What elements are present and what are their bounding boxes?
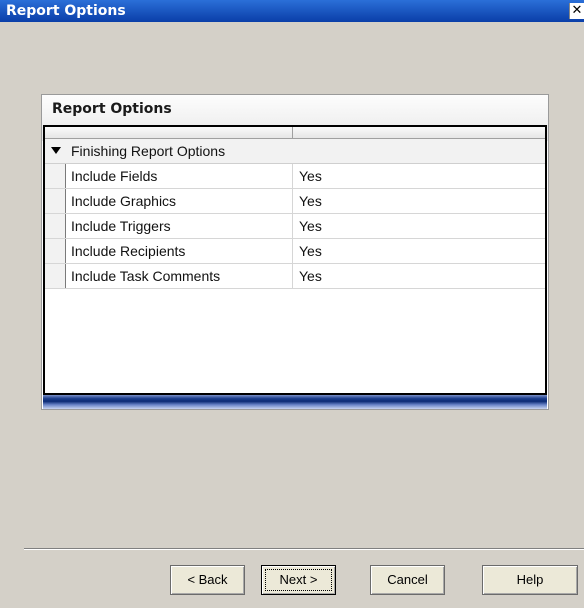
row-divider [292,239,293,263]
property-row-include-fields[interactable]: Include Fields Yes [45,164,545,189]
property-row-include-triggers[interactable]: Include Triggers Yes [45,214,545,239]
row-gutter [45,264,65,288]
property-value[interactable]: Yes [299,243,322,259]
row-gutter [45,239,65,263]
row-gutter [45,189,65,213]
button-separator [24,548,584,550]
close-icon[interactable]: ✕ [569,3,584,19]
row-divider [292,189,293,213]
row-gutter-line [65,264,66,288]
column-divider[interactable] [292,127,293,139]
property-value[interactable]: Yes [299,193,322,209]
row-gutter-line [65,239,66,263]
property-name: Include Task Comments [71,268,221,284]
category-row[interactable]: Finishing Report Options [45,139,545,164]
property-row-include-graphics[interactable]: Include Graphics Yes [45,189,545,214]
property-name: Include Triggers [71,218,171,234]
panel-title: Report Options [52,101,172,117]
grid-header [45,127,545,139]
help-button[interactable]: Help [482,565,578,595]
row-divider [292,214,293,238]
category-label: Finishing Report Options [71,143,226,159]
row-gutter-line [65,164,66,188]
row-gutter [45,164,65,188]
row-gutter-line [65,214,66,238]
property-name: Include Fields [71,168,158,184]
row-gutter-line [65,189,66,213]
row-gutter [45,214,65,238]
grid-description-bar [43,395,547,409]
property-value[interactable]: Yes [299,268,322,284]
property-row-include-recipients[interactable]: Include Recipients Yes [45,239,545,264]
property-rows: Include Fields Yes Include Graphics Yes … [45,164,545,289]
focus-rect [265,569,332,591]
back-button[interactable]: < Back [170,565,245,595]
collapse-triangle-icon[interactable] [51,147,61,154]
cancel-button[interactable]: Cancel [370,565,445,595]
next-button[interactable]: Next > [261,565,336,595]
property-row-include-task-comments[interactable]: Include Task Comments Yes [45,264,545,289]
property-name: Include Graphics [71,193,177,209]
row-divider [292,264,293,288]
property-value[interactable]: Yes [299,168,322,184]
title-bar: Report Options ✕ [0,0,584,22]
property-name: Include Recipients [71,243,186,259]
property-grid: Finishing Report Options Include Fields … [43,125,547,395]
window-title: Report Options [6,3,126,19]
property-value[interactable]: Yes [299,218,322,234]
row-divider [292,164,293,188]
report-options-panel: Report Options i ? Finishing Report Opti… [41,94,549,410]
